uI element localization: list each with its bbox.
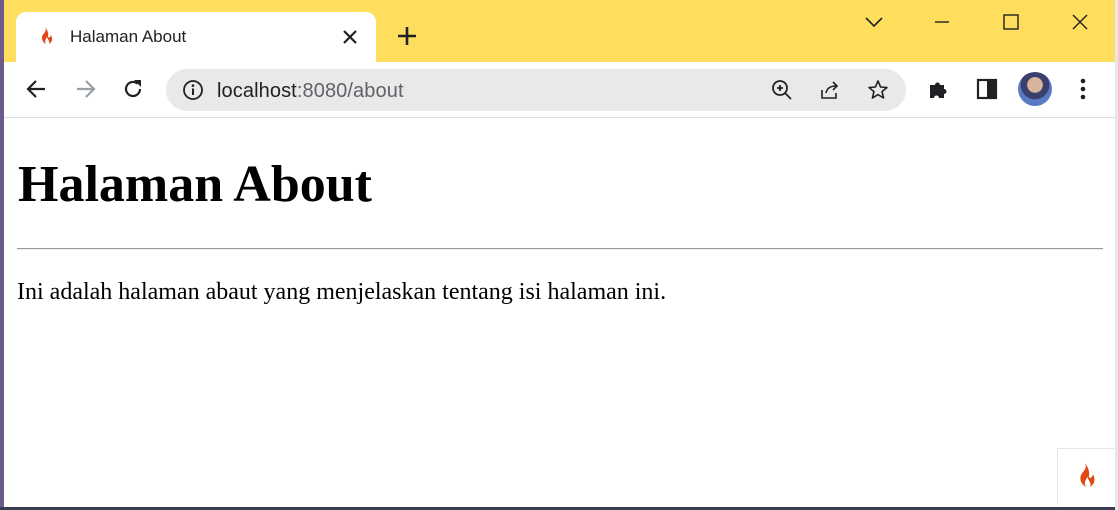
bookmark-star-icon[interactable] [866,78,890,102]
page-title: Halaman About [18,156,372,213]
page-content: Halaman About Ini adalah halaman abaut y… [4,118,1115,507]
maximize-icon[interactable] [999,10,1023,34]
share-icon[interactable] [818,78,842,102]
minimize-icon[interactable] [930,10,954,34]
browser-window: Halaman About localhost:8080/about Halam… [4,0,1115,507]
back-arrow-icon[interactable] [24,76,50,102]
forward-arrow-icon[interactable] [72,76,98,102]
profile-avatar[interactable] [1018,72,1052,106]
zoom-icon[interactable] [770,78,794,102]
close-window-icon[interactable] [1068,10,1092,34]
title-bar: Halaman About [4,0,1115,62]
url-host: localhost [217,80,297,102]
page-paragraph: Ini adalah halaman abaut yang menjelaska… [17,279,667,305]
divider [17,248,1103,250]
navigation-toolbar: localhost:8080/about [4,62,1115,118]
url-text: localhost:8080/about [217,80,404,103]
new-tab-icon[interactable] [396,25,418,47]
codeigniter-debug-toolbar-button[interactable] [1057,448,1114,505]
side-panel-icon[interactable] [974,76,1000,102]
url-path: :8080/about [296,80,404,102]
close-tab-icon[interactable] [341,28,359,46]
tab-halaman-about[interactable]: Halaman About [16,12,376,62]
site-info-icon[interactable] [182,79,204,101]
extensions-puzzle-icon[interactable] [926,76,952,102]
codeigniter-flame-icon [36,26,56,48]
reload-icon[interactable] [120,76,146,102]
menu-kebab-icon[interactable] [1070,76,1096,102]
tab-search-icon[interactable] [862,10,886,34]
address-bar[interactable]: localhost:8080/about [166,69,906,111]
tab-title: Halaman About [70,27,187,46]
